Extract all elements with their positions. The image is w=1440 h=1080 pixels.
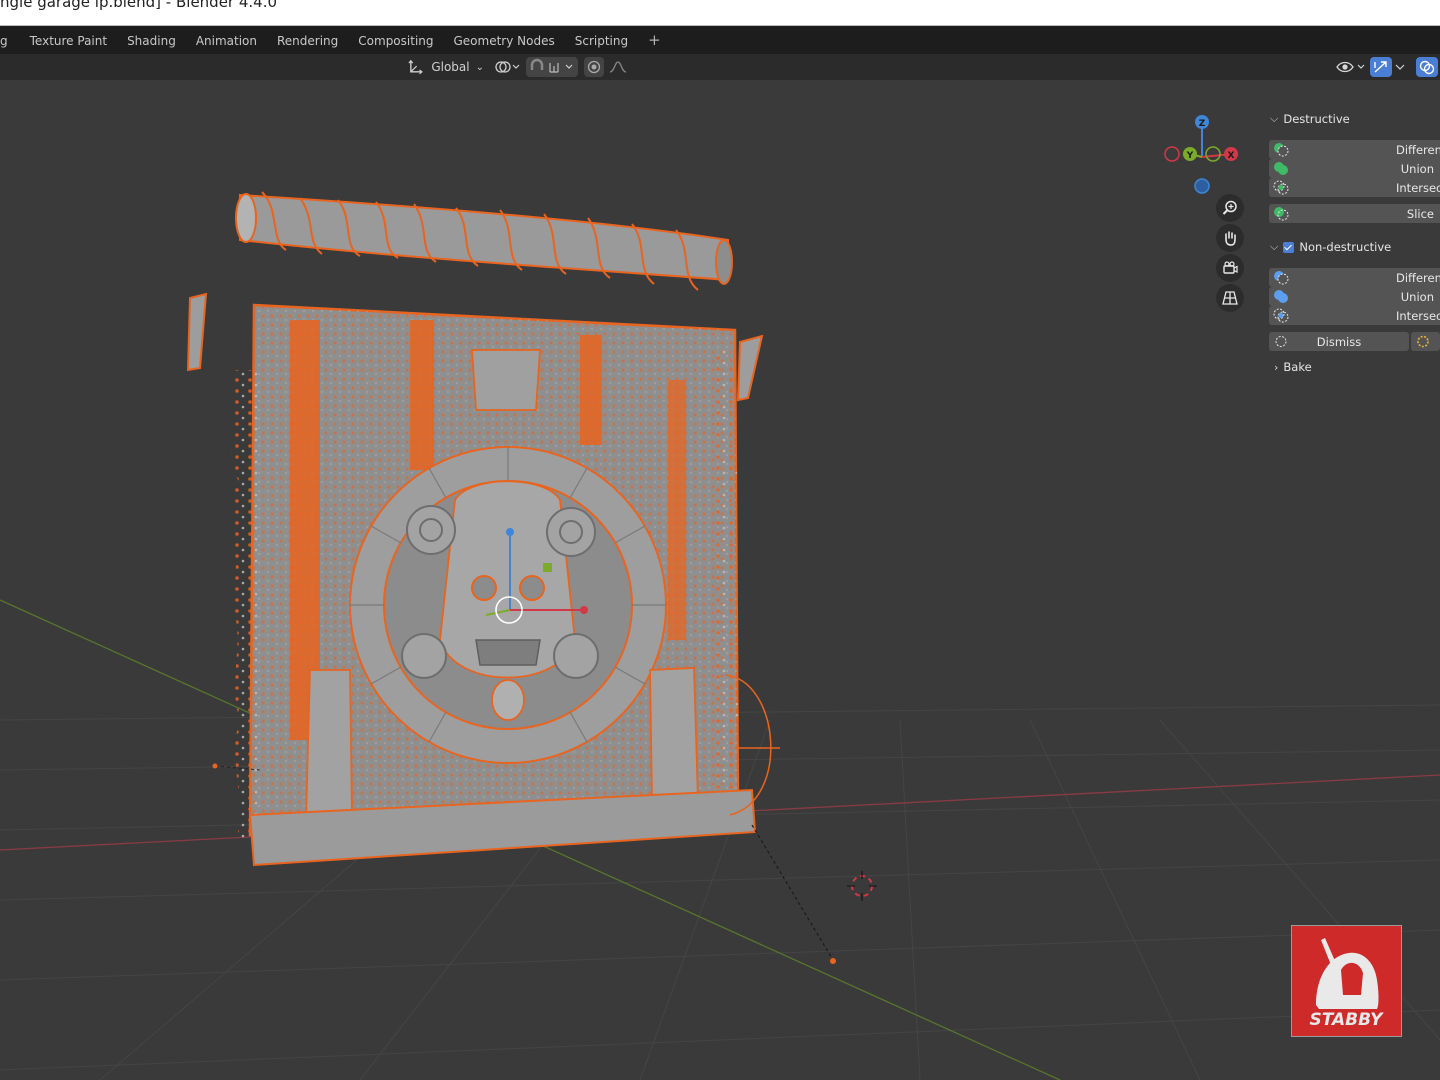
empty-point-2 [830,958,836,964]
boolean-difference-icon [1274,143,1289,157]
zoom-icon [1222,200,1237,215]
temple-wall-mesh [230,303,757,867]
tab-rendering[interactable]: Rendering [267,26,348,54]
destructive-header[interactable]: ⌵ Destructive [1270,110,1350,128]
neg-x-ball[interactable] [1164,146,1180,162]
magnet-icon [530,58,573,73]
snapping-toggle[interactable] [526,57,578,77]
tab-shading[interactable]: Shading [117,26,186,54]
dismiss-options-button[interactable] [1411,332,1440,351]
overlays-icon [1419,60,1435,75]
tab-geometry-nodes[interactable]: Geometry Nodes [444,26,565,54]
tab-scripting[interactable]: Scripting [565,26,638,54]
boolean-difference-icon [1274,271,1289,285]
bake-header[interactable]: › Bake [1274,358,1312,376]
non-destructive-intersect-button[interactable]: Intersect [1269,306,1440,325]
boolean-intersect-icon [1273,180,1289,195]
proportional-icon [587,60,601,74]
pivot-icon [495,61,520,73]
left-cutter-mesh [186,292,208,372]
boolean-tool-panel: ⌵ Destructive Difference Union Intersect [1264,110,1440,380]
overlays-toggle[interactable] [1416,57,1438,77]
dismiss-all-icon [1417,335,1429,348]
navigation-gizmo[interactable]: Z X Y [1160,115,1246,195]
neg-z-ball[interactable] [1194,178,1210,194]
top-pipe-mesh [235,191,733,291]
hand-icon [1225,231,1236,246]
neg-y-ball[interactable] [1205,146,1221,162]
eye-icon [1336,61,1365,73]
gizmo-dropdown[interactable] [1392,57,1408,77]
relation-line-2 [751,824,834,961]
zoom-button[interactable] [1216,194,1244,222]
chevron-down-icon: ⌵ [1270,112,1279,125]
destructive-label: Destructive [1283,112,1350,126]
destructive-union-button[interactable]: Union [1269,159,1440,178]
pivot-point-dropdown[interactable] [492,57,522,77]
falloff-dropdown[interactable] [606,57,634,77]
viewport-header: Global ⌄ [0,54,1440,80]
perspective-toggle-button[interactable] [1216,284,1244,312]
destructive-difference-button[interactable]: Difference [1269,140,1440,159]
non-destructive-union-button[interactable]: Union [1269,287,1440,306]
non-destructive-header[interactable]: ⌵ Non-destructive [1270,238,1391,256]
transform-orientation-dropdown[interactable]: Global ⌄ [406,57,484,77]
chevron-down-icon: ⌄ [475,61,484,73]
camera-icon [1223,261,1238,274]
boolean-union-icon [1274,290,1288,303]
z-axis-label: Z [1199,119,1206,129]
falloff-curve-icon [609,61,627,73]
tab-partial[interactable]: g [0,26,20,54]
orientation-label: Global [431,60,470,74]
proportional-edit-toggle[interactable] [584,57,604,77]
right-cutter-mesh [736,334,764,402]
non-destructive-checkbox[interactable] [1283,241,1295,253]
empty-point [212,763,218,769]
3d-viewport[interactable]: Z X Y ⌵ Destructive Differen Union Inter… [0,80,1440,1080]
bake-label: Bake [1283,360,1312,374]
grid-perspective-icon [1222,291,1238,305]
tab-animation[interactable]: Animation [186,26,267,54]
y-axis-label: Y [1186,151,1194,161]
non-destructive-label: Non-destructive [1299,240,1392,254]
add-workspace-button[interactable]: + [638,26,671,54]
window-title-bar: ngle garage ip.blend] - Blender 4.4.0 [0,0,1440,26]
dismiss-circle-icon [1275,336,1287,347]
window-title: ngle garage ip.blend] - Blender 4.4.0 [0,0,278,11]
gizmo-arrows-icon [1374,61,1387,73]
chevron-right-icon: › [1274,360,1279,374]
destructive-intersect-button[interactable]: Intersect [1269,178,1440,197]
dismiss-button[interactable]: Dismiss [1269,332,1409,351]
boolean-slice-icon [1274,207,1289,221]
camera-view-button[interactable] [1216,254,1244,282]
boolean-intersect-icon [1273,308,1289,323]
boolean-union-icon [1274,162,1288,175]
workspace-tabs: g Texture Paint Shading Animation Render… [0,26,1440,54]
pan-button[interactable] [1216,224,1244,252]
chevron-down-icon [1395,64,1405,70]
tab-compositing[interactable]: Compositing [348,26,443,54]
logo-text: STABBY [1310,1010,1385,1030]
visibility-dropdown[interactable] [1334,57,1366,77]
chevron-down-icon: ⌵ [1270,240,1279,253]
tab-texture-paint[interactable]: Texture Paint [20,26,117,54]
dismiss-row: Dismiss [1269,332,1440,351]
stabby-logo: STABBY [1291,925,1402,1037]
gizmo-toggle[interactable] [1370,57,1392,77]
non-destructive-difference-button[interactable]: Difference [1269,268,1440,287]
slice-button[interactable]: Slice [1269,204,1440,223]
orientation-axes-icon [408,59,423,75]
x-axis-label: X [1228,151,1235,161]
